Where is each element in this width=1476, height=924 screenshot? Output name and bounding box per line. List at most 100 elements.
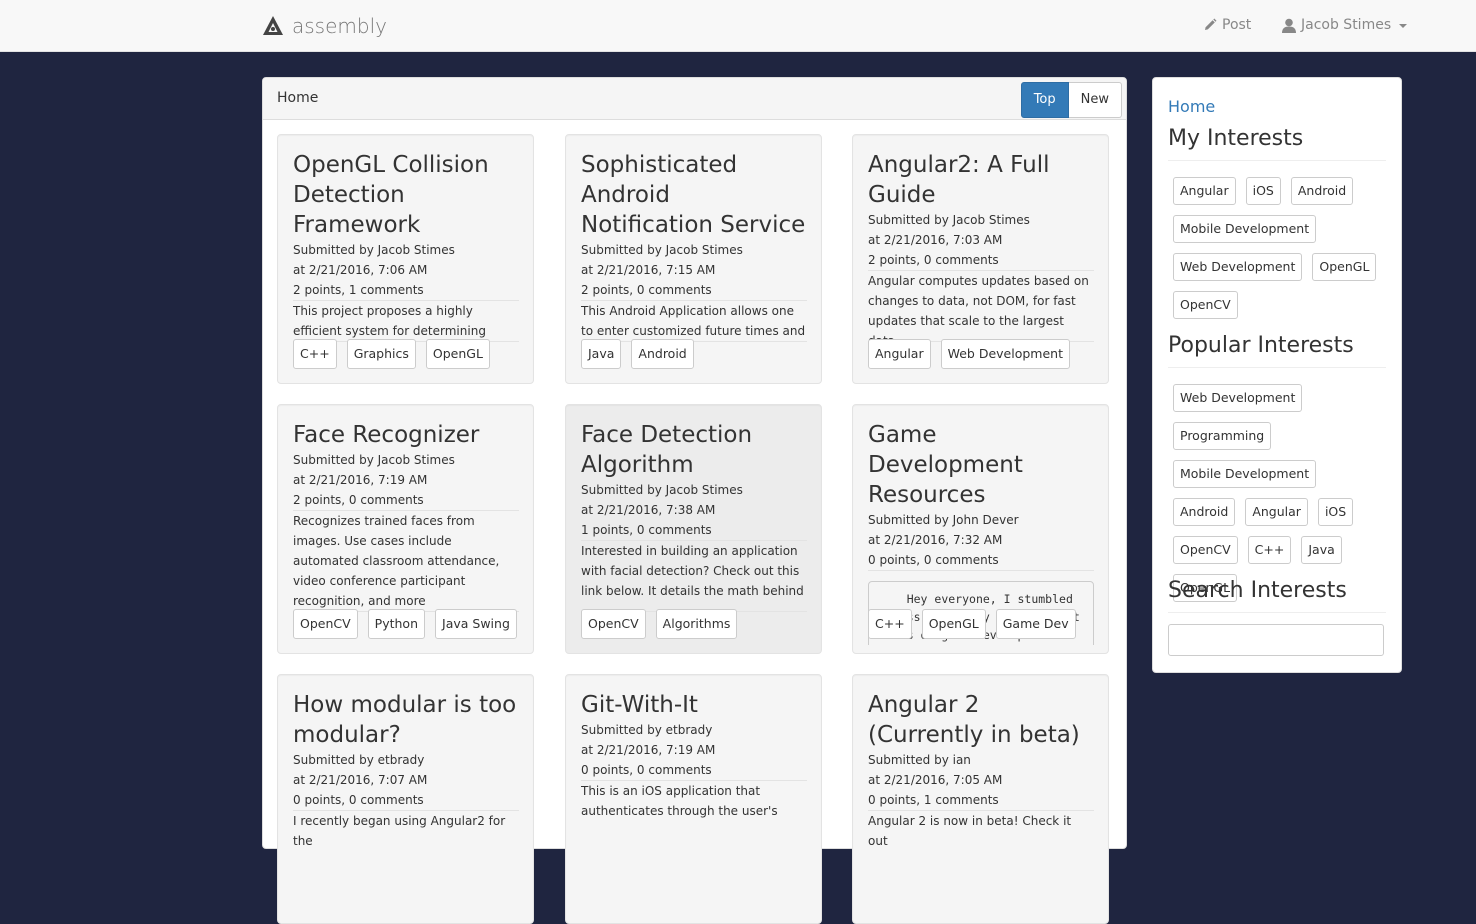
brand[interactable]: assembly [262, 14, 387, 38]
tag-label[interactable]: Angular [868, 339, 931, 369]
post-description-area: Angular 2 is now in beta! Check it out [868, 811, 1094, 851]
post-description: This project proposes a highly efficient… [293, 304, 486, 338]
tag-label[interactable]: OpenGL [425, 339, 490, 369]
interest-tag[interactable]: Mobile Development [1173, 215, 1317, 243]
tag-label[interactable]: Android [631, 339, 694, 369]
tag-label[interactable]: Java Swing [435, 609, 517, 639]
post-description: Interested in building an application wi… [581, 544, 804, 598]
tag-label[interactable]: Game Dev [995, 609, 1076, 639]
interest-tag[interactable]: OpenGL [1312, 253, 1377, 281]
post-description: Angular 2 is now in beta! Check it out [868, 814, 1072, 848]
interest-tag[interactable]: Web Development [1173, 253, 1303, 281]
post-description: This is an iOS application that authenti… [581, 784, 778, 818]
post-description-area: Angular computes updates based on change… [868, 271, 1094, 342]
post-title[interactable]: Face Recognizer [293, 420, 519, 450]
post-card[interactable]: Git-With-It Submitted by etbrady at 2/21/2… [565, 674, 822, 924]
interest-tag[interactable]: Mobile Development [1173, 460, 1317, 488]
post-author: Submitted by etbrady [293, 753, 425, 767]
user-icon [1282, 18, 1296, 33]
post-card-content: Face Detection Algorithm Submitted by Jac… [581, 420, 807, 612]
interest-tag[interactable]: OpenCV [1173, 536, 1238, 564]
divider [1168, 612, 1386, 613]
post-card[interactable]: Face Detection Algorithm Submitted by Jac… [565, 404, 822, 654]
interests-sidebar: Home My Interests Angular iOS Android Mobil… [1152, 77, 1402, 673]
tag-label[interactable]: C++ [868, 609, 912, 639]
interest-tag[interactable]: Android [1290, 177, 1354, 205]
post-description-area: I recently began using Angular2 for the [293, 811, 519, 851]
post-tags: C++ OpenGL Game Dev [868, 609, 1076, 639]
tag-label[interactable]: OpenCV [293, 609, 358, 639]
post-stats: 2 points, 1 comments [293, 280, 519, 301]
interest-tag[interactable]: C++ [1247, 536, 1292, 564]
post-card-content: Git-With-It Submitted by etbrady at 2/21/2… [581, 690, 807, 881]
post-author: Submitted by ian [868, 753, 971, 767]
post-card[interactable]: How modular is too modular? Submitted by … [277, 674, 534, 924]
post-timestamp: at 2/21/2016, 7:05 AM [868, 773, 1003, 787]
interest-tag[interactable]: iOS [1317, 498, 1354, 526]
tag-label[interactable]: Graphics [346, 339, 416, 369]
search-interests-input[interactable] [1168, 624, 1384, 656]
post-title[interactable]: OpenGL Collision Detection Framework [293, 150, 519, 240]
post-title[interactable]: Angular2: A Full Guide [868, 150, 1094, 210]
tag-label[interactable]: Java [581, 339, 622, 369]
interest-tag[interactable]: Java [1301, 536, 1342, 564]
interest-tag[interactable]: iOS [1245, 177, 1281, 205]
post-card-content: OpenGL Collision Detection Framework Subm… [293, 150, 519, 342]
post-tags: C++ Graphics OpenGL [293, 339, 490, 369]
home-link[interactable]: Home [1168, 97, 1215, 116]
my-interests-list: Angular iOS Android Mobile Development Web D… [1173, 177, 1388, 319]
interest-tag[interactable]: Web Development [1173, 384, 1303, 412]
post-timestamp: at 2/21/2016, 7:19 AM [581, 743, 716, 757]
post-stats: 1 points, 0 comments [581, 520, 807, 541]
post-description-area: Recognizes trained faces from images. Us… [293, 511, 519, 612]
post-author: Submitted by Jacob Stimes [868, 213, 1030, 227]
post-stats: 2 points, 0 comments [293, 490, 519, 511]
post-description-area: Interested in building an application wi… [581, 541, 807, 612]
post-description-area: This is an iOS application that authenti… [581, 781, 807, 881]
post-card-content: Angular2: A Full Guide Submitted by Jacob… [868, 150, 1094, 342]
post-title[interactable]: Git-With-It [581, 690, 807, 720]
post-card-content: Face Recognizer Submitted by Jacob Stimes… [293, 420, 519, 612]
sort-top-button[interactable]: Top [1020, 82, 1069, 118]
post-stats: 2 points, 0 comments [581, 280, 807, 301]
post-author: Submitted by Jacob Stimes [293, 453, 455, 467]
tag-label[interactable]: OpenCV [581, 609, 646, 639]
post-stats: 0 points, 1 comments [868, 790, 1094, 811]
user-name: Jacob Stimes [1301, 17, 1392, 33]
popular-interests-heading: Popular Interests [1168, 333, 1354, 358]
post-title[interactable]: How modular is too modular? [293, 690, 519, 750]
post-title[interactable]: Sophisticated Android Notification Servi… [581, 150, 807, 240]
post-card[interactable]: OpenGL Collision Detection Framework Subm… [277, 134, 534, 384]
post-title[interactable]: Angular 2 (Currently in beta) [868, 690, 1094, 750]
tag-label[interactable]: Algorithms [655, 609, 738, 639]
post-link[interactable]: Post [1203, 17, 1251, 33]
interest-tag[interactable]: Angular [1245, 498, 1308, 526]
post-title[interactable]: Face Detection Algorithm [581, 420, 807, 480]
interest-tag[interactable]: OpenCV [1173, 291, 1238, 319]
post-title[interactable]: Game Development Resources [868, 420, 1094, 510]
post-author: Submitted by John Dever [868, 513, 1019, 527]
post-label: Post [1222, 17, 1252, 33]
tag-label[interactable]: Web Development [940, 339, 1070, 369]
post-description-area: This Android Application allows one to e… [581, 301, 807, 342]
pencil-icon [1205, 18, 1217, 30]
divider [1168, 367, 1386, 368]
tag-label[interactable]: Python [367, 609, 426, 639]
post-card[interactable]: Angular 2 (Currently in beta) Submitted b… [852, 674, 1109, 924]
post-tags: OpenCV Python Java Swing [293, 609, 517, 639]
post-card-content: How modular is too modular? Submitted by … [293, 690, 519, 851]
post-timestamp: at 2/21/2016, 7:06 AM [293, 263, 428, 277]
sort-new-button[interactable]: New [1068, 82, 1122, 118]
post-card[interactable]: Angular2: A Full Guide Submitted by Jacob… [852, 134, 1109, 384]
post-card[interactable]: Sophisticated Android Notification Servi… [565, 134, 822, 384]
post-card[interactable]: Face Recognizer Submitted by Jacob Stimes… [277, 404, 534, 654]
post-description: This Android Application allows one to e… [581, 304, 806, 338]
user-menu[interactable]: Jacob Stimes [1282, 17, 1408, 33]
interest-tag[interactable]: Android [1173, 498, 1236, 526]
post-timestamp: at 2/21/2016, 7:19 AM [293, 473, 428, 487]
tag-label[interactable]: OpenGL [921, 609, 986, 639]
interest-tag[interactable]: Angular [1173, 177, 1236, 205]
interest-tag[interactable]: Programming [1173, 422, 1272, 450]
tag-label[interactable]: C++ [293, 339, 337, 369]
post-card[interactable]: Game Development Resources Submitted by J… [852, 404, 1109, 654]
